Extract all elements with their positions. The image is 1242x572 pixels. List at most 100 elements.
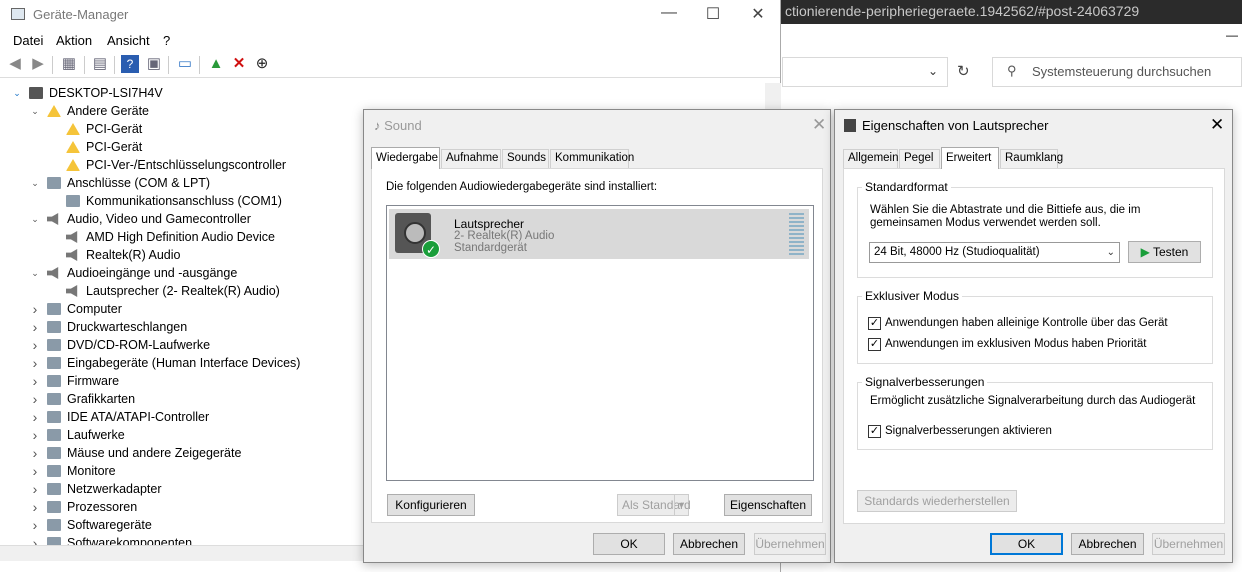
tab-aufnahme[interactable]: Aufnahme [441,149,501,168]
apply-button[interactable]: Übernehmen [754,533,826,555]
tree-category[interactable]: › Firmware [33,372,119,390]
tree-device[interactable]: PCI-Gerät [66,120,142,138]
chevron-right-icon[interactable]: › [29,300,41,318]
tree-category[interactable]: › Netzwerkadapter [33,480,162,498]
tree-device[interactable]: PCI-Gerät [66,138,142,156]
tree-category[interactable]: ⌄ Audio, Video und Gamecontroller [31,210,251,228]
address-field[interactable] [782,57,948,87]
help-icon[interactable]: ? [121,55,139,73]
tree-device[interactable]: AMD High Definition Audio Device [66,228,275,246]
chevron-right-icon[interactable]: › [29,534,41,545]
device-list[interactable]: ✓ Lautsprecher 2- Realtek(R) Audio Stand… [386,205,814,481]
chevron-right-icon[interactable]: › [29,318,41,336]
monitor-icon [47,465,61,477]
chevron-down-icon[interactable]: ⌄ [29,174,41,192]
tree-category[interactable]: › Mäuse und andere Zeigegeräte [33,444,242,462]
tree-category[interactable]: ⌄ Anschlüsse (COM & LPT) [31,174,210,192]
minimize-button[interactable]: — [657,4,681,22]
tree-device[interactable]: Kommunikationsanschluss (COM1) [66,192,282,210]
cancel-button[interactable]: Abbrechen [673,533,745,555]
tree-category[interactable]: › Softwarekomponenten [33,534,192,545]
drive-icon [47,429,61,441]
close-button[interactable]: ✕ [1210,115,1224,135]
refresh-icon[interactable]: ↻ [957,62,970,80]
tab-kommunikation[interactable]: Kommunikation [550,149,634,168]
chevron-right-icon[interactable]: › [29,354,41,372]
uninstall-icon[interactable]: ✕ [230,55,248,73]
chevron-right-icon[interactable]: › [29,444,41,462]
tree-category[interactable]: › Prozessoren [33,498,138,516]
chevron-down-icon[interactable]: ▼ [674,495,688,515]
tree-device[interactable]: Realtek(R) Audio [66,246,181,264]
tree-root[interactable]: ⌄ DESKTOP-LSI7H4V [13,84,162,102]
restore-defaults-button[interactable]: Standards wiederherstellen [857,490,1017,512]
browser-url[interactable]: ctionierende-peripheriegeraete.1942562/#… [785,3,1139,19]
configure-button[interactable]: Konfigurieren [387,494,475,516]
chevron-right-icon[interactable]: › [29,498,41,516]
tree-category[interactable]: › Eingabegeräte (Human Interface Devices) [33,354,301,372]
tab-sounds[interactable]: Sounds [502,149,549,168]
tree-category[interactable]: › Druckwarteschlangen [33,318,188,336]
tree-category[interactable]: › Computer [33,300,122,318]
chevron-down-icon[interactable]: ⌄ [29,102,41,120]
properties-icon[interactable]: ▦ [60,55,78,73]
toolbar-separator [168,56,169,74]
scan-hardware-icon[interactable]: ▭ [176,55,194,73]
tab-pegel[interactable]: Pegel [899,149,940,168]
chevron-down-icon[interactable]: ⌄ [928,64,938,78]
download-icon[interactable]: ⊕ [253,55,271,73]
tree-category[interactable]: › Laufwerke [33,426,125,444]
menu-aktion[interactable]: Aktion [56,33,92,48]
close-button[interactable]: ✕ [746,4,770,24]
minimize-icon[interactable]: — [1226,28,1238,42]
menu-ansicht[interactable]: Ansicht [107,33,150,48]
ok-button[interactable]: OK [990,533,1063,555]
tree-category[interactable]: ⌄ Audioeingänge und -ausgänge [31,264,237,282]
chevron-right-icon[interactable]: › [29,516,41,534]
tree-category[interactable]: ⌄ Andere Geräte [31,102,149,120]
exclusive-priority-checkbox[interactable]: ✓ [868,338,881,351]
chevron-right-icon[interactable]: › [29,462,41,480]
exclusive-control-checkbox[interactable]: ✓ [868,317,881,330]
cancel-button[interactable]: Abbrechen [1071,533,1144,555]
tab-wiedergabe[interactable]: Wiedergabe [371,147,440,169]
menu-help[interactable]: ? [163,33,170,48]
chevron-down-icon[interactable]: ⌄ [29,264,41,282]
forward-arrow-icon[interactable]: ▶ [29,55,47,73]
chevron-right-icon[interactable]: › [29,426,41,444]
chevron-down-icon[interactable]: ⌄ [29,210,41,228]
chevron-right-icon[interactable]: › [29,408,41,426]
tree-category[interactable]: › IDE ATA/ATAPI-Controller [33,408,210,426]
tree-category[interactable]: › Grafikkarten [33,390,135,408]
chevron-right-icon[interactable]: › [29,480,41,498]
back-arrow-icon[interactable]: ◀ [6,55,24,73]
tab-erweitert[interactable]: Erweitert [941,147,999,169]
close-button[interactable]: ✕ [812,115,826,135]
chevron-right-icon[interactable]: › [29,336,41,354]
tree-category[interactable]: › DVD/CD-ROM-Laufwerke [33,336,210,354]
update-driver-icon[interactable]: ▲ [207,55,225,73]
set-default-button[interactable]: Als Standard ▼ [617,494,691,516]
tab-raumklang[interactable]: Raumklang [1000,149,1063,168]
maximize-button[interactable]: ☐ [701,4,725,24]
test-button[interactable]: ▶ Testen [1128,241,1201,263]
list-item[interactable]: ✓ Lautsprecher 2- Realtek(R) Audio Stand… [389,209,809,259]
document-icon[interactable]: ▤ [91,55,109,73]
tree-label: Andere Geräte [67,104,149,118]
menu-datei[interactable]: Datei [13,33,43,48]
tree-category[interactable]: › Softwaregeräte [33,516,152,534]
view-icon[interactable]: ▣ [145,55,163,73]
apply-button[interactable]: Übernehmen [1152,533,1225,555]
chevron-right-icon[interactable]: › [29,372,41,390]
chevron-down-icon[interactable]: ⌄ [11,84,23,102]
format-select[interactable]: 24 Bit, 48000 Hz (Studioqualität) ⌄ [869,242,1120,263]
tree-device[interactable]: PCI-Ver-/Entschlüsselungscontroller [66,156,286,174]
tab-allgemein[interactable]: Allgemein [843,149,899,168]
properties-button[interactable]: Eigenschaften [724,494,812,516]
tree-device[interactable]: Lautsprecher (2- Realtek(R) Audio) [66,282,280,300]
chevron-right-icon[interactable]: › [29,390,41,408]
window-title: Geräte-Manager [33,7,129,22]
ok-button[interactable]: OK [593,533,665,555]
enhancements-checkbox[interactable]: ✓ [868,425,881,438]
tree-category[interactable]: › Monitore [33,462,116,480]
